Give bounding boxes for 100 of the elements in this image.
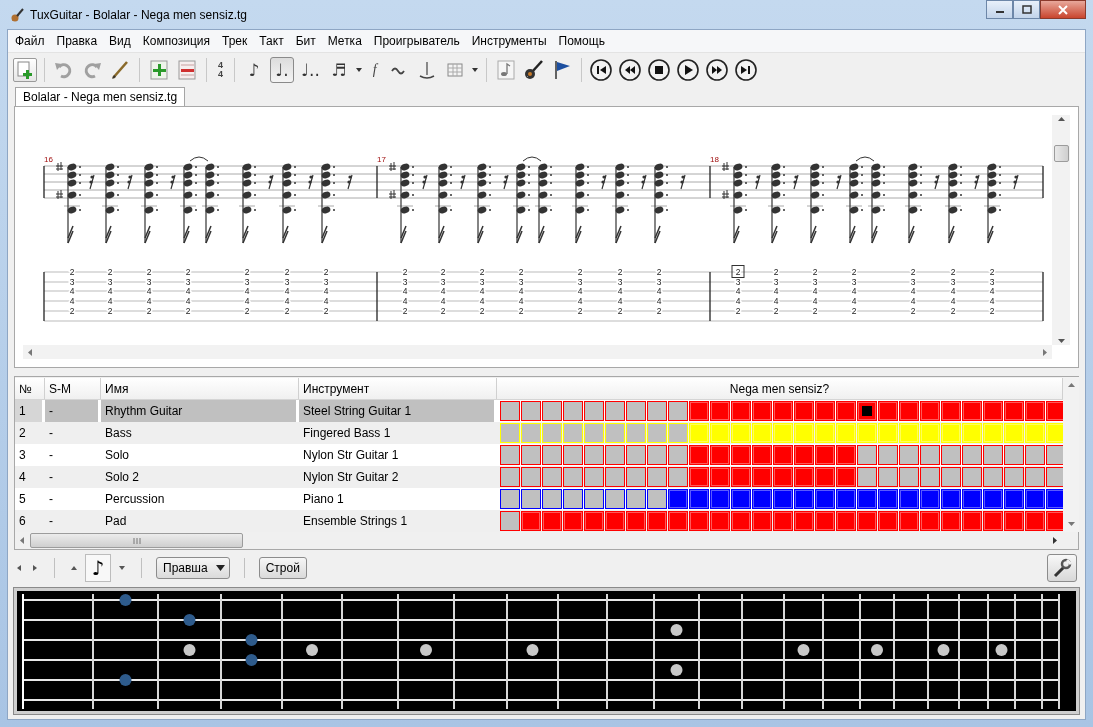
empty-measure-block[interactable]	[1046, 467, 1063, 487]
scroll-left-icon[interactable]	[18, 536, 26, 545]
menu-item[interactable]: Правка	[50, 34, 104, 48]
tab-fret-number[interactable]: 2	[244, 306, 250, 316]
tab-fret-number[interactable]: 4	[69, 296, 75, 306]
tab-fret-number[interactable]: 2	[812, 306, 818, 316]
minimize-button[interactable]	[986, 0, 1013, 19]
duration-button[interactable]: ♪	[242, 57, 266, 83]
settings-button[interactable]	[1047, 554, 1077, 582]
menu-item[interactable]: Файл	[9, 34, 51, 48]
tab-fret-number[interactable]: 2	[617, 306, 623, 316]
tab-fret-number[interactable]: 4	[851, 286, 857, 296]
column-header[interactable]: Имя	[101, 378, 299, 399]
tab-fret-number[interactable]: 2	[656, 267, 662, 277]
vertical-scrollbar[interactable]	[1052, 115, 1070, 345]
tab-fret-number[interactable]: 3	[323, 277, 329, 287]
rewind-icon[interactable]	[619, 59, 642, 81]
remove-measure-icon[interactable]	[176, 59, 198, 81]
tab-fret-number[interactable]: 4	[617, 296, 623, 306]
menu-item[interactable]: Метка	[321, 34, 368, 48]
tab-fret-number[interactable]: 3	[656, 277, 662, 287]
tab-fret-number[interactable]: 2	[989, 267, 995, 277]
track-row[interactable]: 1 - Rhythm Guitar Steel String Guitar 1	[15, 400, 1063, 422]
tab-fret-number[interactable]: 4	[479, 286, 485, 296]
tab-fret-number[interactable]: 3	[773, 277, 779, 287]
tab-fret-number[interactable]: 2	[518, 267, 524, 277]
tab-fret-number[interactable]: 3	[107, 277, 113, 287]
fretted-note[interactable]	[245, 634, 258, 646]
tab-fret-number[interactable]: 4	[440, 296, 446, 306]
duration-button[interactable]: ♩..	[298, 57, 323, 83]
tab-fret-number[interactable]: 2	[402, 306, 408, 316]
tab-fret-number[interactable]: 4	[69, 286, 75, 296]
track-row[interactable]: 3 - Solo Nylon Str Guitar 1	[15, 444, 1063, 466]
scrollbar-thumb[interactable]	[1054, 145, 1069, 162]
tab-fret-number[interactable]: 2	[656, 306, 662, 316]
add-measure-icon[interactable]	[148, 59, 170, 81]
tab-fret-number[interactable]: 4	[440, 286, 446, 296]
tab-fret-number[interactable]: 3	[244, 277, 250, 287]
tab-fret-number[interactable]: 2	[851, 306, 857, 316]
scroll-down-icon[interactable]	[1056, 337, 1066, 345]
note-duration-button[interactable]: ♪	[85, 554, 111, 582]
tab-fret-number[interactable]: 4	[323, 286, 329, 296]
horizontal-scrollbar[interactable]	[23, 345, 1052, 359]
tab-fret-number[interactable]: 2	[910, 306, 916, 316]
tab-fret-number[interactable]: 2	[577, 306, 583, 316]
fretted-note[interactable]	[119, 594, 132, 606]
scroll-right-icon[interactable]	[1051, 535, 1059, 545]
menu-item[interactable]: Такт	[253, 34, 290, 48]
column-header[interactable]: №	[15, 378, 45, 399]
tab-fret-number[interactable]: 4	[479, 296, 485, 306]
tab-fret-number[interactable]: 3	[479, 277, 485, 287]
tab-fret-number[interactable]: 2	[440, 306, 446, 316]
tab-fret-number[interactable]: 2	[773, 306, 779, 316]
scroll-left-icon[interactable]	[26, 347, 34, 357]
menu-item[interactable]: Бит	[289, 34, 322, 48]
tab-fret-number[interactable]: 4	[518, 286, 524, 296]
tab-fret-number[interactable]: 2	[244, 267, 250, 277]
tab-fret-number[interactable]: 2	[107, 306, 113, 316]
tab-fret-number[interactable]: 4	[402, 286, 408, 296]
menu-item[interactable]: Вид	[103, 34, 137, 48]
hand-dropdown[interactable]: Правша	[156, 557, 230, 579]
close-button[interactable]	[1040, 0, 1086, 19]
tab-fret-number[interactable]: 4	[812, 296, 818, 306]
empty-measure-block[interactable]	[1046, 445, 1063, 465]
tab-fret-number[interactable]: 3	[950, 277, 956, 287]
tab-fret-number[interactable]: 2	[185, 267, 191, 277]
tab-fret-number[interactable]: 4	[244, 286, 250, 296]
tuning-button[interactable]: Строй	[258, 557, 307, 579]
tab-fret-number[interactable]: 2	[479, 267, 485, 277]
track-row[interactable]: 5 - Percussion Piano 1	[15, 488, 1063, 510]
tab-fret-number[interactable]: 4	[185, 296, 191, 306]
column-header[interactable]: S-M	[45, 378, 101, 399]
tab-fret-number[interactable]: 2	[735, 267, 741, 277]
tab-fret-number[interactable]: 4	[910, 286, 916, 296]
first-track-icon[interactable]	[590, 59, 613, 81]
tab-fret-number[interactable]: 3	[284, 277, 290, 287]
column-header[interactable]: Инструмент	[299, 378, 497, 399]
tab-fret-number[interactable]: 3	[617, 277, 623, 287]
guitar-icon[interactable]	[522, 59, 545, 81]
tab-fret-number[interactable]: 2	[107, 267, 113, 277]
tab-fret-number[interactable]: 2	[851, 267, 857, 277]
tab-fret-number[interactable]: 4	[950, 286, 956, 296]
scroll-up-icon[interactable]	[1056, 115, 1066, 123]
fretted-note[interactable]	[245, 654, 258, 666]
tab-fret-number[interactable]: 2	[284, 267, 290, 277]
tab-fret-number[interactable]: 4	[656, 286, 662, 296]
tab-fret-number[interactable]: 4	[617, 286, 623, 296]
tab-fret-number[interactable]: 4	[323, 296, 329, 306]
tab-fret-number[interactable]: 4	[146, 296, 152, 306]
tab-fret-number[interactable]: 3	[146, 277, 152, 287]
tab-fret-number[interactable]: 4	[656, 296, 662, 306]
tab-fret-number[interactable]: 4	[773, 286, 779, 296]
play-icon[interactable]	[677, 59, 700, 81]
tab-fret-number[interactable]: 3	[735, 277, 741, 287]
tab-fret-number[interactable]: 4	[989, 286, 995, 296]
tab-fret-number[interactable]: 2	[185, 306, 191, 316]
duration-button[interactable]: ♩.	[270, 57, 294, 83]
tab-fret-number[interactable]: 3	[440, 277, 446, 287]
tab-fret-number[interactable]: 2	[146, 267, 152, 277]
tab-fret-number[interactable]: 4	[735, 296, 741, 306]
